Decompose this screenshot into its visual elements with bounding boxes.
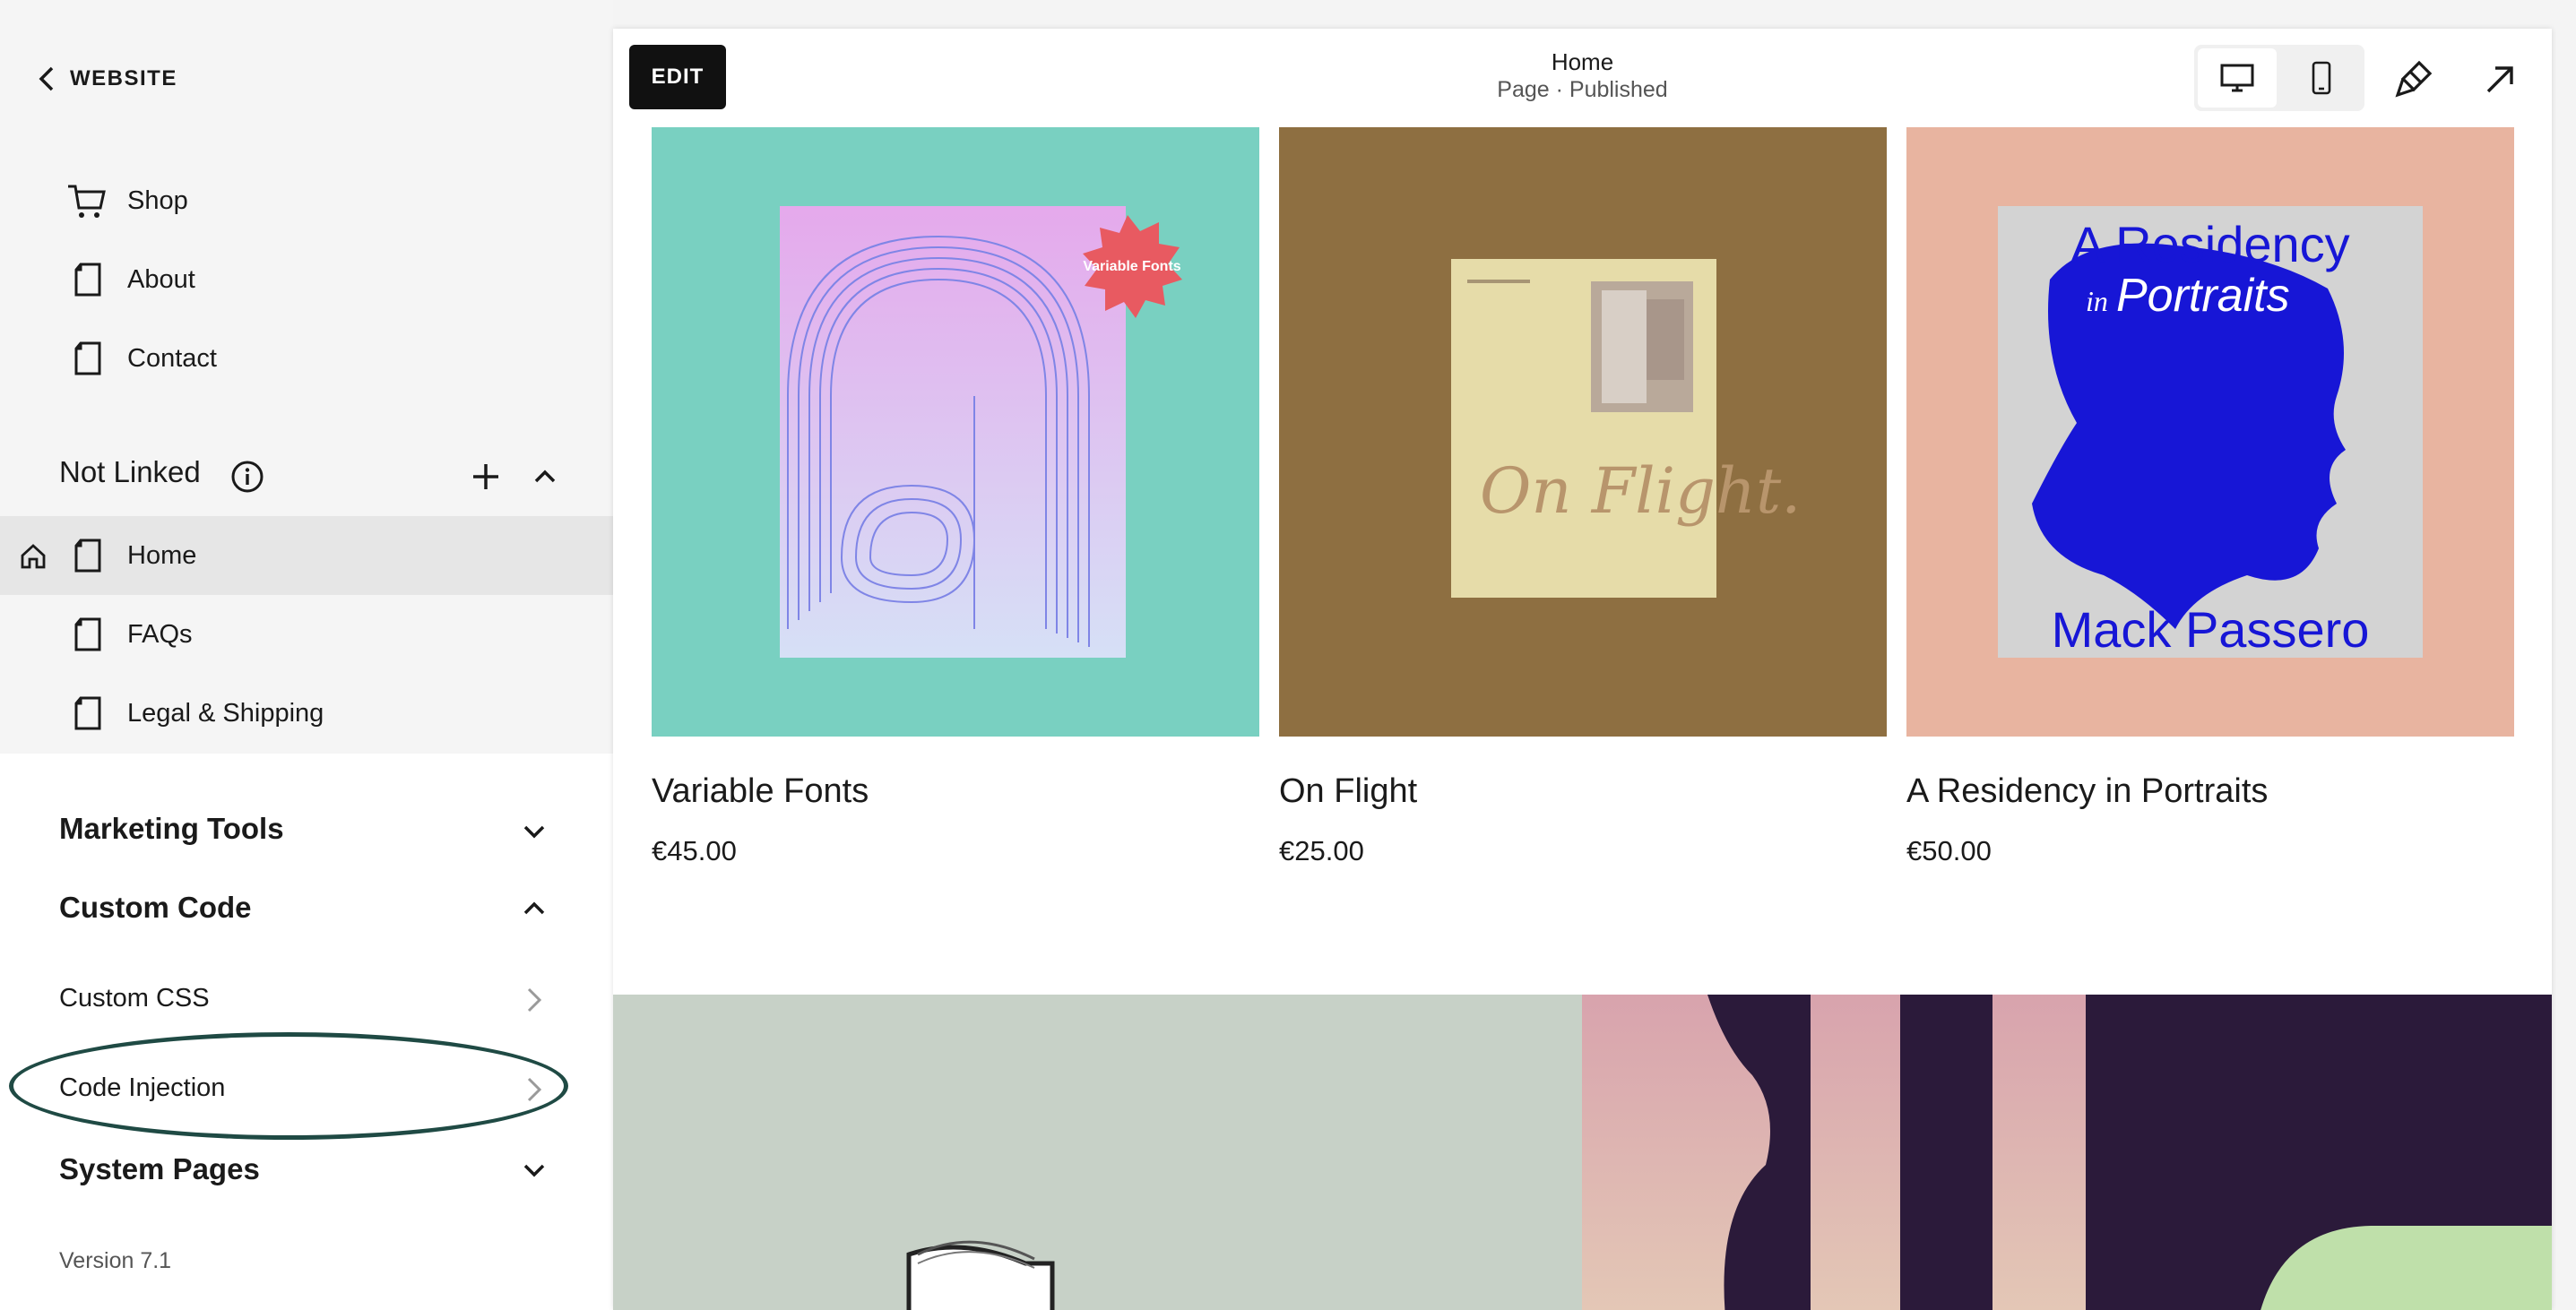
back-to-website-link[interactable]: WEBSITE <box>36 59 177 99</box>
back-link-label: WEBSITE <box>70 66 177 90</box>
sidebar-item-contact[interactable]: Contact <box>0 319 613 398</box>
info-icon[interactable] <box>229 459 265 495</box>
sidebar-item-label: Shop <box>127 185 188 215</box>
sidebar-item-home[interactable]: Home <box>0 516 613 595</box>
paintbrush-icon[interactable] <box>2392 57 2435 100</box>
custom-css-link[interactable]: Custom CSS <box>59 984 210 1013</box>
product-name[interactable]: Variable Fonts <box>652 772 869 811</box>
open-book-illustration <box>906 1240 1055 1310</box>
product-price: €50.00 <box>1906 835 1992 866</box>
product-price: €25.00 <box>1279 835 1364 866</box>
banner-image-left <box>613 995 1582 1310</box>
product-image[interactable]: Variable Fonts <box>652 127 1259 737</box>
chevron-up-icon[interactable] <box>529 461 561 493</box>
external-arrow-icon[interactable] <box>2479 57 2522 100</box>
add-page-icon[interactable] <box>468 459 504 495</box>
cover-title-in: in <box>2086 285 2108 317</box>
page-icon <box>74 539 101 573</box>
marketing-tools-heading[interactable]: Marketing Tools <box>59 812 284 846</box>
sidebar-item-about[interactable]: About <box>0 240 613 319</box>
book-cover-residency: A Residency in Portraits Mack Passero <box>1998 206 2423 658</box>
sidebar-item-label: Home <box>127 540 197 570</box>
not-linked-heading: Not Linked <box>59 455 201 488</box>
chevron-down-icon[interactable] <box>518 1154 550 1186</box>
preview-toolbar: EDIT Home Page · Published <box>613 29 2552 127</box>
book-cover-variable-fonts: Variable Fonts <box>780 206 1182 658</box>
sidebar-item-label: FAQs <box>127 619 193 649</box>
sidebar-item-label: Legal & Shipping <box>127 698 324 728</box>
chevron-left-icon <box>39 66 54 91</box>
cover-text-on-flight: On Flight. <box>1480 454 1801 528</box>
chevron-right-icon[interactable] <box>523 986 545 1014</box>
product-image[interactable]: A Residency in Portraits Mack Passero <box>1906 127 2514 737</box>
sidebar: WEBSITE Shop About Contact Not Linked Ho… <box>0 0 613 1310</box>
book-cover-on-flight: On Flight. <box>1451 259 1801 598</box>
page-preview: Variable Fonts Variable Fonts €45.00 On … <box>613 29 2552 1310</box>
mobile-view-button[interactable] <box>2282 48 2361 108</box>
page-icon <box>74 263 101 297</box>
system-pages-heading[interactable]: System Pages <box>59 1152 260 1186</box>
sidebar-item-legal-shipping[interactable]: Legal & Shipping <box>0 674 613 753</box>
sidebar-item-faqs[interactable]: FAQs <box>0 595 613 674</box>
desktop-icon <box>2220 64 2254 92</box>
sidebar-item-label: Contact <box>127 343 217 373</box>
product-name[interactable]: A Residency in Portraits <box>1906 772 2268 811</box>
page-icon <box>74 341 101 375</box>
sidebar-item-label: About <box>127 264 195 294</box>
cover-author-text: Mack Passero <box>2052 601 2370 658</box>
cart-icon <box>68 185 106 218</box>
mobile-icon <box>2312 61 2331 95</box>
home-icon <box>21 544 46 569</box>
code-injection-link[interactable]: Code Injection <box>59 1073 225 1103</box>
desktop-view-button[interactable] <box>2198 48 2277 108</box>
chevron-right-icon[interactable] <box>523 1075 545 1104</box>
banner-image-right <box>1582 995 2552 1310</box>
abstract-stripes-illustration <box>1582 995 2552 1310</box>
product-image[interactable]: On Flight. <box>1279 127 1887 737</box>
version-label: Version 7.1 <box>59 1248 172 1273</box>
product-name[interactable]: On Flight <box>1279 772 1417 811</box>
custom-code-heading[interactable]: Custom Code <box>59 891 252 925</box>
product-price: €45.00 <box>652 835 737 866</box>
cover-text-variable-fonts: Variable Fonts <box>1083 259 1180 274</box>
page-icon <box>74 696 101 730</box>
cover-title-portraits: Portraits <box>2116 270 2290 322</box>
chevron-down-icon[interactable] <box>518 815 550 848</box>
cover-title-residency: A Residency <box>2070 216 2349 272</box>
sidebar-item-shop[interactable]: Shop <box>0 161 613 240</box>
page-icon <box>74 617 101 651</box>
device-view-toggle <box>2194 45 2364 111</box>
chevron-up-icon[interactable] <box>518 892 550 925</box>
